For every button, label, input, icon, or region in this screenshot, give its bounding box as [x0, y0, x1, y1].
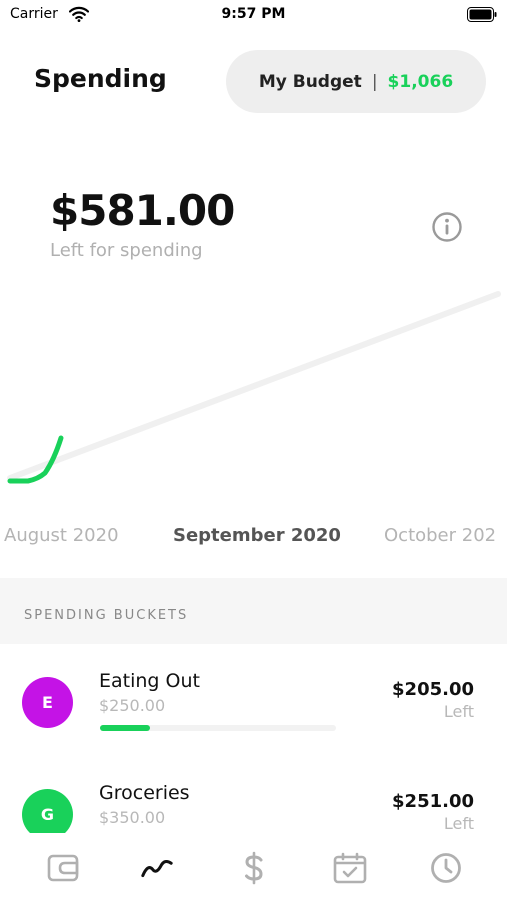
- budget-trend-line: [7, 291, 501, 481]
- tab-history[interactable]: [429, 851, 463, 885]
- budget-separator: |: [371, 71, 378, 92]
- tab-bar: [0, 833, 507, 900]
- tab-wallet[interactable]: [46, 851, 80, 885]
- status-time: 9:57 PM: [221, 6, 286, 22]
- clock-icon: [431, 853, 461, 883]
- bucket-progress-bar: [100, 725, 336, 731]
- bucket-row-eating-out[interactable]: E Eating Out $250.00 $205.00 Left: [0, 660, 507, 770]
- month-next[interactable]: October 202: [384, 525, 496, 546]
- calendar-check-icon: [333, 852, 367, 884]
- status-bar: Carrier 9:57 PM: [0, 0, 507, 30]
- bucket-name: Groceries: [99, 782, 190, 804]
- battery-icon: [467, 7, 497, 22]
- bucket-initial: E: [42, 693, 53, 712]
- wallet-icon: [47, 854, 79, 882]
- month-current[interactable]: September 2020: [173, 525, 341, 546]
- bucket-remaining: $251.00: [392, 791, 474, 812]
- month-previous[interactable]: August 2020: [4, 525, 119, 546]
- bucket-left-label: Left: [443, 814, 474, 833]
- bucket-avatar: E: [22, 677, 73, 728]
- page-title: Spending: [34, 64, 167, 93]
- tab-dollar[interactable]: [237, 851, 271, 885]
- info-icon[interactable]: [431, 211, 463, 243]
- tab-calendar[interactable]: [333, 851, 367, 885]
- trend-icon: [141, 859, 173, 878]
- left-for-spending-caption: Left for spending: [50, 240, 203, 261]
- bucket-left-label: Left: [443, 702, 474, 721]
- my-budget-button[interactable]: My Budget | $1,066: [226, 50, 486, 113]
- tab-spending[interactable]: [140, 851, 174, 885]
- left-for-spending-amount: $581.00: [50, 186, 235, 235]
- section-title: SPENDING BUCKETS: [24, 608, 189, 623]
- budget-label: My Budget: [258, 71, 362, 92]
- month-selector[interactable]: August 2020 September 2020 October 202: [0, 525, 507, 551]
- section-header: SPENDING BUCKETS: [0, 578, 507, 644]
- bucket-budget: $250.00: [99, 696, 166, 715]
- bucket-remaining: $205.00: [392, 679, 474, 700]
- budget-value: $1,066: [387, 71, 454, 92]
- spending-chart: [7, 291, 501, 484]
- bucket-name: Eating Out: [99, 670, 200, 692]
- bucket-progress-fill: [100, 725, 150, 731]
- bucket-initial: G: [40, 805, 55, 824]
- bucket-budget: $350.00: [99, 808, 166, 827]
- dollar-icon: [245, 851, 263, 885]
